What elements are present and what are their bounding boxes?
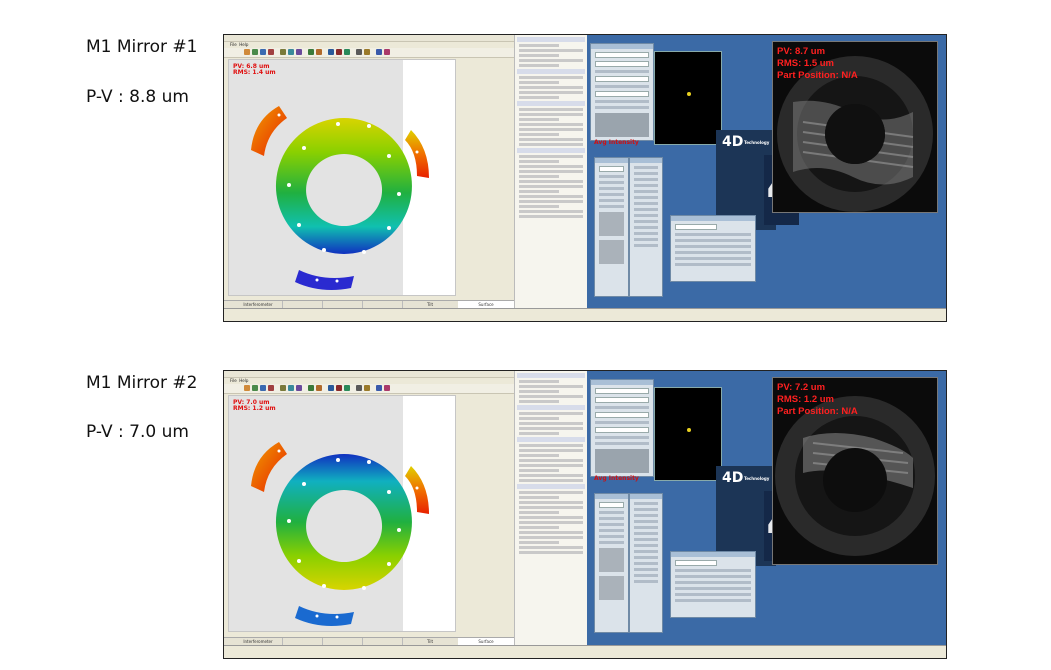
screenshot-mirror-1: File Help PV: 6.8 um RMS: 1.4 um Interfe… — [223, 34, 947, 322]
mirror1-title: M1 Mirror #1 — [86, 37, 198, 57]
analysis-window: File Help PV: 7.0 um RMS: 1.2 um Interfe… — [224, 371, 587, 646]
taskbar[interactable] — [224, 308, 946, 321]
masking-tools-panel[interactable] — [629, 157, 663, 297]
analysis-settings-panel[interactable] — [594, 493, 629, 633]
results-dialog[interactable] — [670, 551, 756, 618]
camera-pv-label: PV: 7.2 um RMS: 1.2 um Part Position: N/… — [777, 382, 858, 417]
live-camera-thumb[interactable] — [654, 387, 722, 481]
taskbar[interactable] — [224, 645, 946, 658]
mirror2-pv: P-V : 7.0 um — [86, 422, 189, 442]
camera-view[interactable]: PV: 7.2 um RMS: 1.2 um Part Position: N/… — [772, 377, 938, 565]
live-camera-thumb[interactable] — [654, 51, 722, 145]
screenshot-mirror-2: File Help PV: 7.0 um RMS: 1.2 um Interfe… — [223, 370, 947, 659]
brand-logo: 4D — [722, 134, 744, 150]
analysis-settings-panel[interactable] — [594, 157, 629, 297]
mirror1-pv: P-V : 8.8 um — [86, 87, 189, 107]
brand-sub: Technology — [744, 476, 770, 481]
acquisition-dialog[interactable] — [590, 379, 654, 477]
properties-panel[interactable] — [514, 371, 587, 646]
brand-logo: 4D — [722, 470, 744, 486]
properties-panel[interactable] — [514, 35, 587, 309]
surface-plot[interactable]: PV: 6.8 um RMS: 1.4 um — [228, 59, 456, 296]
brand-sub: Technology — [744, 140, 770, 145]
surface-map — [251, 106, 429, 290]
surface-plot[interactable]: PV: 7.0 um RMS: 1.2 um — [228, 395, 456, 632]
masking-tools-panel[interactable] — [629, 493, 663, 633]
camera-pv-label: PV: 8.7 um RMS: 1.5 um Part Position: N/… — [777, 46, 858, 81]
avg-intensity-label: Avg Intensity — [594, 475, 639, 482]
acquisition-dialog[interactable] — [590, 43, 654, 141]
results-dialog[interactable] — [670, 215, 756, 282]
avg-intensity-label: Avg Intensity — [594, 139, 639, 146]
analysis-window: File Help PV: 6.8 um RMS: 1.4 um Interfe… — [224, 35, 587, 309]
surface-map — [251, 442, 429, 626]
mirror2-title: M1 Mirror #2 — [86, 373, 198, 393]
camera-view[interactable]: PV: 8.7 um RMS: 1.5 um Part Position: N/… — [772, 41, 938, 213]
